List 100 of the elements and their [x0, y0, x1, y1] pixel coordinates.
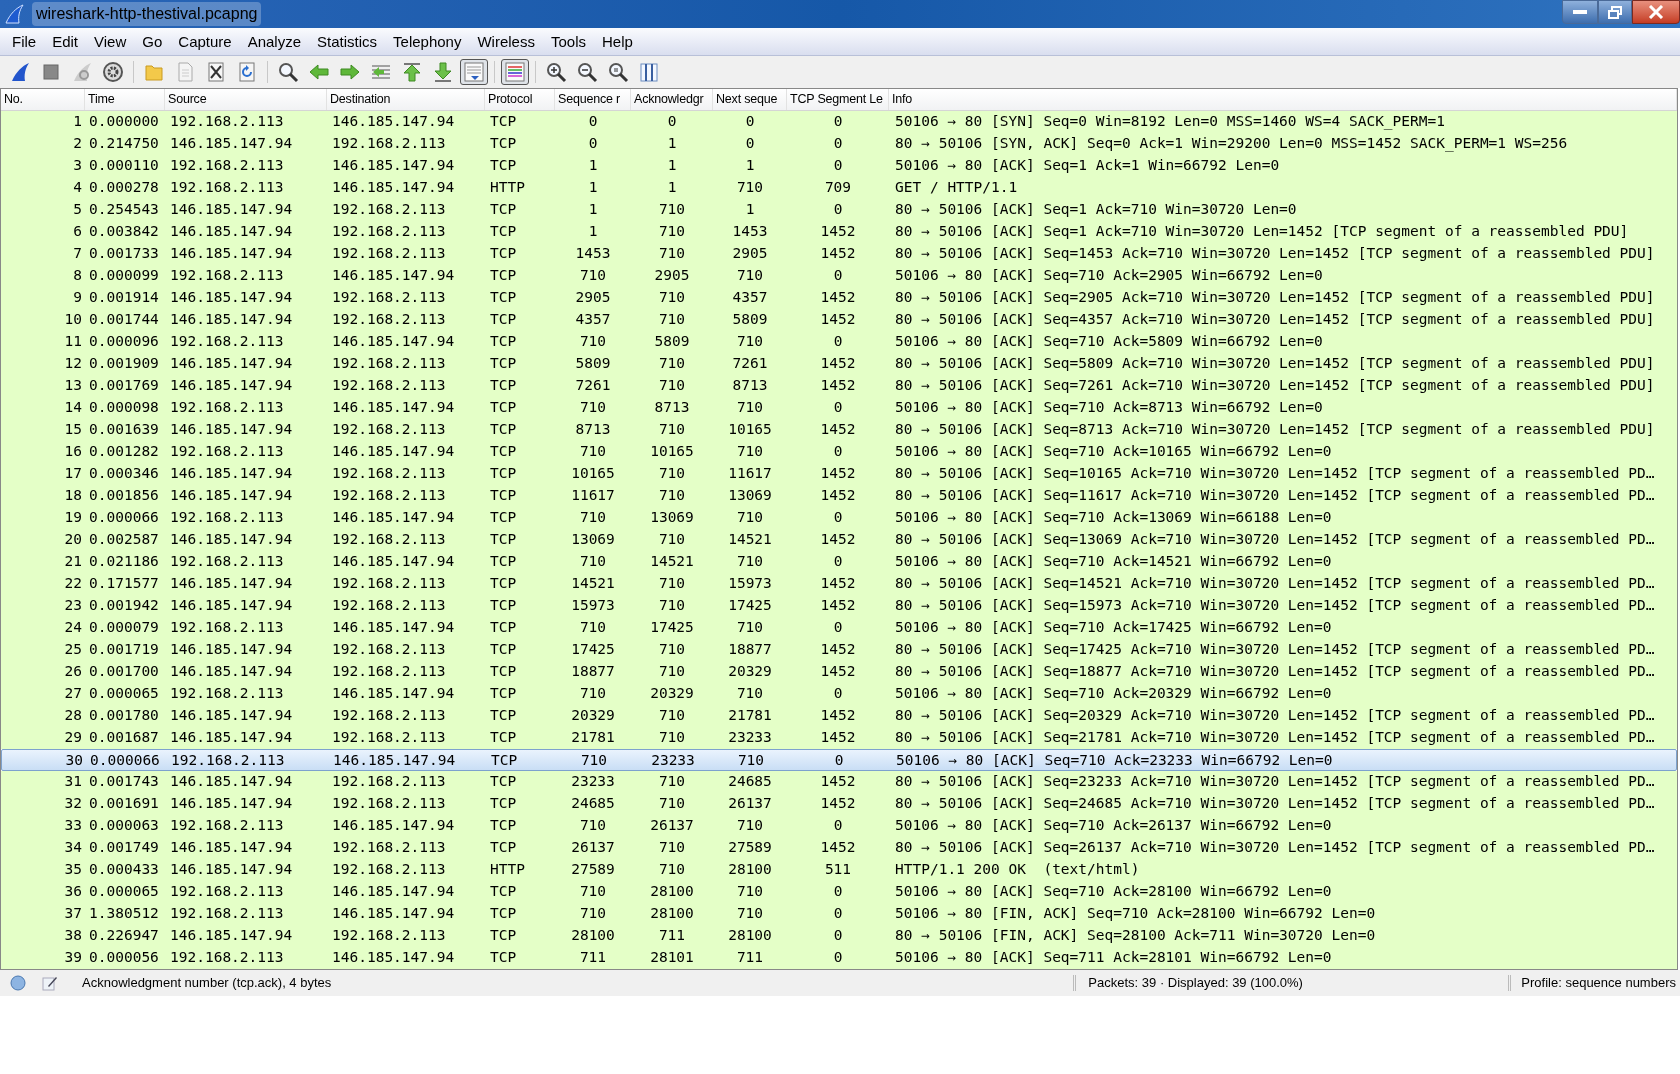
column-header[interactable]: Next seque: [713, 89, 787, 110]
table-cell-text: 1452: [819, 640, 857, 660]
menu-item[interactable]: Analyze: [239, 30, 310, 53]
menu-item[interactable]: Statistics: [309, 30, 386, 53]
packet-row[interactable]: 2 0.214750 146.185.147.94 192.168.2.113 TCP 0 1 0 0 80 → 50106 [SYN, ACK] Seq=0 Ack=1 Win=29200 Len=0 MSS=1452 SACK_PERM=1 WS=256: [1, 133, 1677, 155]
status-field-text: Acknowledgment number (tcp.ack), 4 bytes: [82, 974, 332, 993]
packet-row[interactable]: 12 0.001909 146.185.147.94 192.168.2.113 TCP 5809 710 7261 1452 80 → 50106 [ACK] Seq=5809 Ack=710 Win=30720 Len=1452 [TCP segment of a reassembled PDU]: [1, 353, 1677, 375]
pencil-icon[interactable]: [42, 975, 58, 991]
column-header[interactable]: Source: [165, 89, 327, 110]
packet-row[interactable]: 29 0.001687 146.185.147.94 192.168.2.113 TCP 21781 710 23233 1452 80 → 50106 [ACK] Seq=21781 Ack=710 Win=30720 Len=1452 [TCP segment of a reassembled PD…: [1, 727, 1677, 749]
packet-row[interactable]: 21 0.021186 192.168.2.113 146.185.147.94 TCP 710 14521 710 0 50106 → 80 [ACK] Seq=710 Ack=14521 Win=66792 Len=0: [1, 551, 1677, 573]
packet-row[interactable]: 13 0.001769 146.185.147.94 192.168.2.113 TCP 7261 710 8713 1452 80 → 50106 [ACK] Seq=7261 Ack=710 Win=30720 Len=1452 [TCP segment of a reassembled PDU]: [1, 375, 1677, 397]
table-cell-text: 80 → 50106 [ACK] Seq=11617 Ack=710 Win=30720 Len=1452 [TCP segment of a reassembled PD…: [894, 486, 1656, 506]
column-header[interactable]: TCP Segment Le: [787, 89, 889, 110]
packet-row[interactable]: 16 0.001282 192.168.2.113 146.185.147.94 TCP 710 10165 710 0 50106 → 80 [ACK] Seq=710 Ack=10165 Win=66792 Len=0: [1, 441, 1677, 463]
table-cell-text: TCP: [489, 222, 518, 242]
table-cell-text: 0.000065: [88, 882, 160, 902]
table-cell-text: 146.185.147.94: [331, 904, 456, 924]
column-header[interactable]: Destination: [327, 89, 485, 110]
table-cell-text: 192.168.2.113: [331, 464, 447, 484]
table-cell-text: 1: [587, 156, 599, 176]
table-cell-text: 80 → 50106 [ACK] Seq=7261 Ack=710 Win=30720 Len=1452 [TCP segment of a reassembled PDU]: [894, 376, 1656, 396]
table-cell-text: 710: [735, 904, 765, 924]
packet-row[interactable]: 20 0.002587 146.185.147.94 192.168.2.113 TCP 13069 710 14521 1452 80 → 50106 [ACK] Seq=13069 Ack=710 Win=30720 Len=1452 [TCP segment of a reassembled PD…: [1, 529, 1677, 551]
column-header[interactable]: No.: [1, 89, 85, 110]
table-cell-text: 146.185.147.94: [331, 112, 456, 132]
packet-row[interactable]: 33 0.000063 192.168.2.113 146.185.147.94 TCP 710 26137 710 0 50106 → 80 [ACK] Seq=710 Ack=26137 Win=66792 Len=0: [1, 815, 1677, 837]
packet-row[interactable]: 9 0.001914 146.185.147.94 192.168.2.113 TCP 2905 710 4357 1452 80 → 50106 [ACK] Seq=2905 Ack=710 Win=30720 Len=1452 [TCP segment of a reassembled PDU]: [1, 287, 1677, 309]
table-cell-text: 18877: [727, 640, 773, 660]
menu-item[interactable]: Telephony: [385, 30, 470, 53]
table-cell-text: 192.168.2.113: [331, 662, 447, 682]
packet-row[interactable]: 27 0.000065 192.168.2.113 146.185.147.94 TCP 710 20329 710 0 50106 → 80 [ACK] Seq=710 Ack=20329 Win=66792 Len=0: [1, 683, 1677, 705]
column-header[interactable]: Info: [889, 89, 1677, 110]
packet-row[interactable]: 15 0.001639 146.185.147.94 192.168.2.113 TCP 8713 710 10165 1452 80 → 50106 [ACK] Seq=8713 Ack=710 Win=30720 Len=1452 [TCP segment of a reassembled PDU]: [1, 419, 1677, 441]
table-cell-text: 8713: [653, 398, 691, 418]
packet-row[interactable]: 11 0.000096 192.168.2.113 146.185.147.94 TCP 710 5809 710 0 50106 → 80 [ACK] Seq=710 Ack=5809 Win=66792 Len=0: [1, 331, 1677, 353]
column-header[interactable]: Protocol: [485, 89, 555, 110]
packet-row[interactable]: 7 0.001733 146.185.147.94 192.168.2.113 TCP 1453 710 2905 1452 80 → 50106 [ACK] Seq=1453 Ack=710 Win=30720 Len=1452 [TCP segment of a reassembled PDU]: [1, 243, 1677, 265]
table-cell-text: 26137: [570, 838, 616, 858]
table-cell-text: 0.000065: [88, 684, 160, 704]
menu-item[interactable]: View: [86, 30, 135, 53]
minimize-icon: [1573, 10, 1587, 14]
minimize-button[interactable]: [1562, 0, 1598, 24]
packet-row[interactable]: 34 0.001749 146.185.147.94 192.168.2.113 TCP 26137 710 27589 1452 80 → 50106 [ACK] Seq=26137 Ack=710 Win=30720 Len=1452 [TCP segment of a reassembled PD…: [1, 837, 1677, 859]
table-cell-text: 0.002587: [88, 530, 160, 550]
packet-row[interactable]: 36 0.000065 192.168.2.113 146.185.147.94 TCP 710 28100 710 0 50106 → 80 [ACK] Seq=710 Ack=28100 Win=66792 Len=0: [1, 881, 1677, 903]
packet-row[interactable]: 6 0.003842 146.185.147.94 192.168.2.113 TCP 1 710 1453 1452 80 → 50106 [ACK] Seq=1 Ack=710 Win=30720 Len=1452 [TCP segment of a reassembled PDU]: [1, 221, 1677, 243]
packet-row[interactable]: 30 0.000066 192.168.2.113 146.185.147.94 TCP 710 23233 710 0 50106 → 80 [ACK] Seq=710 Ack=23233 Win=66792 Len=0: [1, 749, 1677, 771]
table-cell-text: 146.185.147.94: [331, 618, 456, 638]
packet-row[interactable]: 31 0.001743 146.185.147.94 192.168.2.113 TCP 23233 710 24685 1452 80 → 50106 [ACK] Seq=23233 Ack=710 Win=30720 Len=1452 [TCP segment of a reassembled PD…: [1, 771, 1677, 793]
packet-row[interactable]: 5 0.254543 146.185.147.94 192.168.2.113 TCP 1 710 1 0 80 → 50106 [ACK] Seq=1 Ack=710 Win=30720 Len=0: [1, 199, 1677, 221]
close-icon: [1648, 5, 1664, 19]
menu-item[interactable]: Wireless: [469, 30, 543, 53]
packet-row[interactable]: 24 0.000079 192.168.2.113 146.185.147.94 TCP 710 17425 710 0 50106 → 80 [ACK] Seq=710 Ack=17425 Win=66792 Len=0: [1, 617, 1677, 639]
column-header[interactable]: Time: [85, 89, 165, 110]
packet-row[interactable]: 38 0.226947 146.185.147.94 192.168.2.113 TCP 28100 711 28100 0 80 → 50106 [FIN, ACK] Seq=28100 Ack=711 Win=30720 Len=0: [1, 925, 1677, 947]
packet-row[interactable]: 26 0.001700 146.185.147.94 192.168.2.113 TCP 18877 710 20329 1452 80 → 50106 [ACK] Seq=18877 Ack=710 Win=30720 Len=1452 [TCP segment of a reassembled PD…: [1, 661, 1677, 683]
column-header[interactable]: Acknowledgr: [631, 89, 713, 110]
packet-row[interactable]: 1 0.000000 192.168.2.113 146.185.147.94 TCP 0 0 0 0 50106 → 80 [SYN] Seq=0 Win=8192 Len=0 MSS=1460 WS=4 SACK_PERM=1: [1, 111, 1677, 133]
menu-item[interactable]: Capture: [170, 30, 240, 53]
packet-row[interactable]: 32 0.001691 146.185.147.94 192.168.2.113 TCP 24685 710 26137 1452 80 → 50106 [ACK] Seq=24685 Ack=710 Win=30720 Len=1452 [TCP segment of a reassembled PD…: [1, 793, 1677, 815]
menu-item[interactable]: Help: [594, 30, 641, 53]
packet-row[interactable]: 14 0.000098 192.168.2.113 146.185.147.94 TCP 710 8713 710 0 50106 → 80 [ACK] Seq=710 Ack=8713 Win=66792 Len=0: [1, 397, 1677, 419]
packet-row[interactable]: 8 0.000099 192.168.2.113 146.185.147.94 TCP 710 2905 710 0 50106 → 80 [ACK] Seq=710 Ack=2905 Win=66792 Len=0: [1, 265, 1677, 287]
table-cell-text: 2905: [653, 266, 691, 286]
table-cell-text: 80 → 50106 [SYN, ACK] Seq=0 Ack=1 Win=29200 Len=0 MSS=1452 SACK_PERM=1 WS=256: [894, 134, 1569, 154]
menu-item[interactable]: File: [4, 30, 45, 53]
table-cell-text: 146.185.147.94: [332, 751, 457, 770]
table-cell-text: 5809: [731, 310, 769, 330]
packet-row[interactable]: 17 0.000346 146.185.147.94 192.168.2.113 TCP 10165 710 11617 1452 80 → 50106 [ACK] Seq=10165 Ack=710 Win=30720 Len=1452 [TCP segment of a reassembled PD…: [1, 463, 1677, 485]
menu-item[interactable]: Go: [134, 30, 171, 53]
packet-row[interactable]: 25 0.001719 146.185.147.94 192.168.2.113 TCP 17425 710 18877 1452 80 → 50106 [ACK] Seq=17425 Ack=710 Win=30720 Len=1452 [TCP segment of a reassembled PD…: [1, 639, 1677, 661]
table-cell-text: 710: [657, 420, 687, 440]
colorize-button[interactable]: [501, 59, 529, 85]
table-cell-text: 9: [72, 288, 83, 308]
packet-row[interactable]: 4 0.000278 192.168.2.113 146.185.147.94 HTTP 1 1 710 709 GET / HTTP/1.1: [1, 177, 1677, 199]
packet-row[interactable]: 10 0.001744 146.185.147.94 192.168.2.113 TCP 4357 710 5809 1452 80 → 50106 [ACK] Seq=4357 Ack=710 Win=30720 Len=1452 [TCP segment of a reassembled PDU]: [1, 309, 1677, 331]
table-cell-text: 4357: [574, 310, 612, 330]
restore-button[interactable]: [1598, 0, 1632, 24]
packet-row[interactable]: 18 0.001856 146.185.147.94 192.168.2.113 TCP 11617 710 13069 1452 80 → 50106 [ACK] Seq=11617 Ack=710 Win=30720 Len=1452 [TCP segment of a reassembled PD…: [1, 485, 1677, 507]
table-cell-text: 0: [832, 552, 844, 572]
menu-item[interactable]: Tools: [542, 30, 594, 53]
autoscroll-button[interactable]: [460, 59, 488, 85]
packet-row[interactable]: 23 0.001942 146.185.147.94 192.168.2.113 TCP 15973 710 17425 1452 80 → 50106 [ACK] Seq=15973 Ack=710 Win=30720 Len=1452 [TCP segment of a reassembled PD…: [1, 595, 1677, 617]
packet-row[interactable]: 39 0.000056 192.168.2.113 146.185.147.94 TCP 711 28101 711 0 50106 → 80 [ACK] Seq=711 Ack=28101 Win=66792 Len=0: [1, 947, 1677, 969]
table-cell-text: 0.001942: [88, 596, 160, 616]
packet-row[interactable]: 28 0.001780 146.185.147.94 192.168.2.113 TCP 20329 710 21781 1452 80 → 50106 [ACK] Seq=20329 Ack=710 Win=30720 Len=1452 [TCP segment of a reassembled PD…: [1, 705, 1677, 727]
table-cell-text: TCP: [489, 706, 518, 726]
packet-row[interactable]: 3 0.000110 192.168.2.113 146.185.147.94 TCP 1 1 1 0 50106 → 80 [ACK] Seq=1 Ack=1 Win=66792 Len=0: [1, 155, 1677, 177]
packet-row[interactable]: 35 0.000433 146.185.147.94 192.168.2.113 HTTP 27589 710 28100 511 HTTP/1.1 200 OK (text/html): [1, 859, 1677, 881]
column-header[interactable]: Sequence r: [555, 89, 631, 110]
table-cell-text: 146.185.147.94: [169, 464, 294, 484]
packet-row[interactable]: 19 0.000066 192.168.2.113 146.185.147.94 TCP 710 13069 710 0 50106 → 80 [ACK] Seq=710 Ack=13069 Win=66188 Len=0: [1, 507, 1677, 529]
packet-row[interactable]: 22 0.171577 146.185.147.94 192.168.2.113 TCP 14521 710 15973 1452 80 → 50106 [ACK] Seq=14521 Ack=710 Win=30720 Len=1452 [TCP segment of a reassembled PD…: [1, 573, 1677, 595]
packet-row[interactable]: 37 1.380512 192.168.2.113 146.185.147.94 TCP 710 28100 710 0 50106 → 80 [FIN, ACK] Seq=710 Ack=28100 Win=66792 Len=0: [1, 903, 1677, 925]
table-cell-text: TCP: [489, 266, 518, 286]
table-cell-text: 25: [63, 640, 83, 660]
menu-item[interactable]: Edit: [44, 30, 87, 53]
expert-info-icon[interactable]: [10, 975, 26, 991]
close-button[interactable]: [1632, 0, 1680, 24]
